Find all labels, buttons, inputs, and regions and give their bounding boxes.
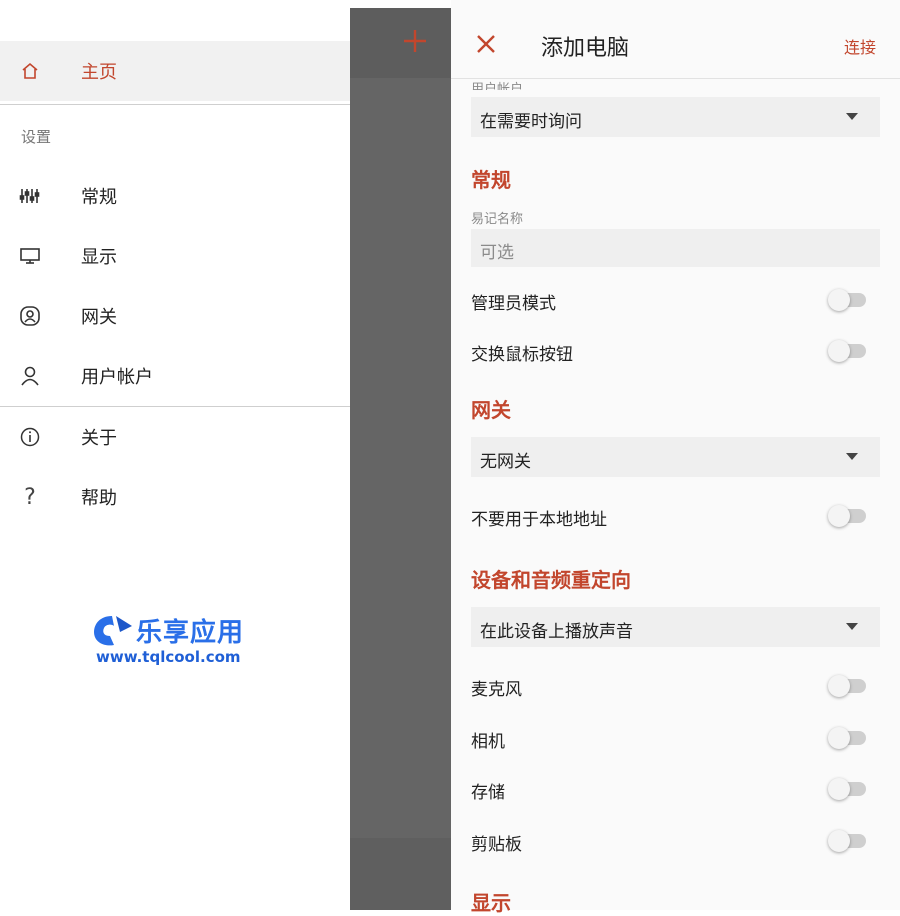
background-app-bar [350, 8, 451, 78]
scrim-top-strip [350, 0, 451, 8]
nav-item-home-label: 主页 [81, 62, 117, 83]
user-icon [19, 365, 41, 387]
close-icon[interactable] [475, 33, 497, 55]
toggle-knob [828, 289, 850, 311]
bypass-local-row: 不要用于本地地址 [471, 501, 880, 531]
nav-item-user-accounts[interactable]: 用户帐户 [0, 346, 350, 406]
gateway-section-header: 网关 [471, 398, 511, 422]
watermark-logo-icon [94, 616, 132, 646]
storage-label: 存储 [471, 783, 505, 803]
add-pc-panel: 添加电脑 连接 用户帐户 在需要时询问 常规 易记名称 可选 管理员模式 交换鼠… [451, 0, 900, 915]
clipboard-row: 剪贴板 [471, 826, 880, 856]
toggle-knob [828, 830, 850, 852]
audio-select[interactable]: 在此设备上播放声音 [471, 607, 880, 647]
redirect-section-header: 设备和音频重定向 [471, 568, 631, 592]
settings-section-label: 设置 [21, 128, 52, 146]
swap-mouse-toggle[interactable] [828, 340, 866, 362]
nav-item-label: 用户帐户 [81, 367, 153, 388]
home-icon [19, 60, 41, 82]
nav-item-label: 帮助 [81, 488, 117, 509]
microphone-toggle[interactable] [828, 675, 866, 697]
plus-icon[interactable] [402, 28, 428, 54]
dropdown-arrow-icon [846, 623, 858, 630]
panel-title: 添加电脑 [541, 36, 630, 61]
nav-item-label: 关于 [81, 428, 117, 449]
gateway-icon [19, 305, 41, 327]
toggle-knob [828, 675, 850, 697]
camera-row: 相机 [471, 723, 880, 753]
sliders-icon [19, 185, 41, 207]
display-section-header: 显示 [471, 891, 511, 915]
friendly-name-input[interactable]: 可选 [471, 229, 880, 267]
background-bottom-bar [350, 838, 451, 910]
audio-value: 在此设备上播放声音 [480, 622, 633, 642]
nav-item-display[interactable]: 显示 [0, 226, 350, 286]
swap-mouse-row: 交换鼠标按钮 [471, 336, 880, 366]
info-icon [19, 426, 41, 448]
user-account-select[interactable]: 在需要时询问 [471, 97, 880, 137]
dropdown-arrow-icon [846, 453, 858, 460]
storage-toggle[interactable] [828, 778, 866, 800]
admin-mode-row: 管理员模式 [471, 285, 880, 315]
microphone-row: 麦克风 [471, 671, 880, 701]
toggle-knob [828, 340, 850, 362]
bypass-local-label: 不要用于本地地址 [471, 510, 607, 530]
admin-mode-toggle[interactable] [828, 289, 866, 311]
user-account-value: 在需要时询问 [480, 112, 582, 132]
nav-item-general[interactable]: 常规 [0, 166, 350, 226]
clipboard-toggle[interactable] [828, 830, 866, 852]
toggle-knob [828, 505, 850, 527]
camera-toggle[interactable] [828, 727, 866, 749]
toggle-knob [828, 778, 850, 800]
nav-item-home[interactable]: 主页 [0, 41, 350, 101]
storage-row: 存储 [471, 774, 880, 804]
camera-label: 相机 [471, 732, 505, 752]
nav-item-help[interactable]: ? 帮助 [0, 467, 350, 527]
toggle-knob [828, 727, 850, 749]
microphone-label: 麦克风 [471, 680, 522, 700]
bypass-local-toggle[interactable] [828, 505, 866, 527]
watermark-url: www.tqlcool.com [96, 648, 241, 666]
friendly-name-placeholder: 可选 [480, 243, 514, 263]
panel-header: 添加电脑 连接 [451, 0, 900, 79]
question-mark-icon: ? [24, 484, 36, 510]
nav-item-label: 网关 [81, 307, 117, 328]
nav-item-about[interactable]: 关于 [0, 407, 350, 467]
connect-button[interactable]: 连接 [844, 34, 876, 58]
admin-mode-label: 管理员模式 [471, 294, 556, 314]
dropdown-arrow-icon [846, 113, 858, 120]
nav-item-label: 常规 [81, 187, 117, 208]
general-section-header: 常规 [471, 168, 511, 192]
background-scrim[interactable] [350, 0, 451, 910]
clipboard-label: 剪贴板 [471, 835, 522, 855]
user-account-caption: 用户帐户 [471, 82, 524, 90]
nav-item-gateway[interactable]: 网关 [0, 286, 350, 346]
friendly-name-caption: 易记名称 [471, 212, 524, 227]
gateway-value: 无网关 [480, 452, 531, 472]
gateway-select[interactable]: 无网关 [471, 437, 880, 477]
monitor-icon [19, 245, 41, 267]
drawer-divider [0, 104, 350, 105]
watermark-logo: 乐享应用 www.tqlcool.com [92, 612, 272, 672]
watermark-text: 乐享应用 [136, 618, 245, 648]
nav-item-label: 显示 [81, 247, 117, 268]
navigation-drawer: 主页 设置 常规 显示 网关 用户帐户 关于 ? 帮助 乐享应用 www.tql… [0, 0, 350, 910]
swap-mouse-label: 交换鼠标按钮 [471, 345, 573, 365]
